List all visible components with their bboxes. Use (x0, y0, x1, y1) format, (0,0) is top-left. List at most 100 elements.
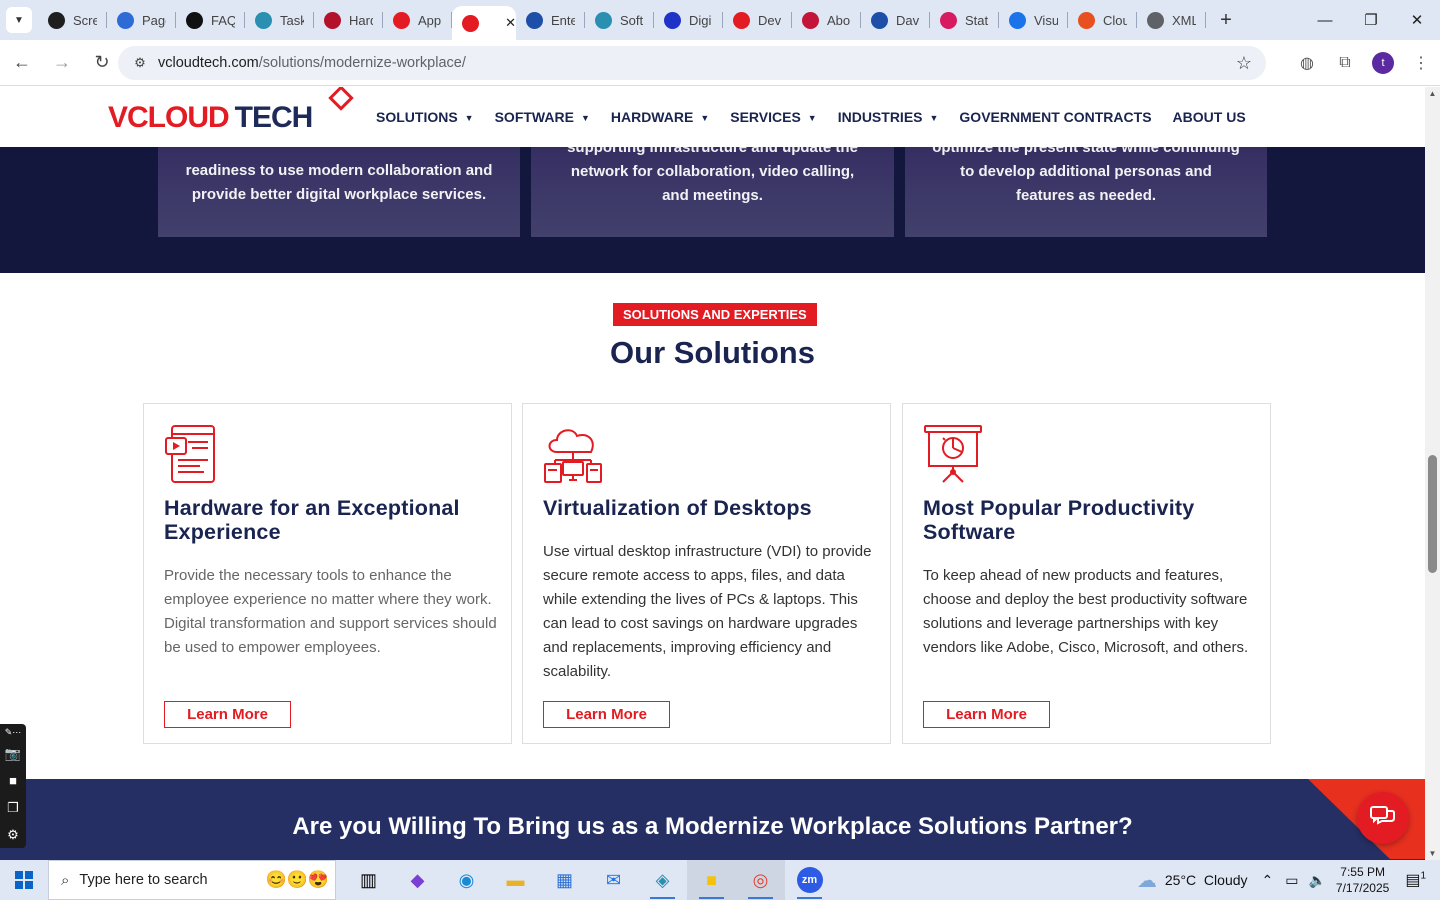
stat-icon (940, 11, 957, 29)
browser-tab[interactable]: Dav (861, 0, 930, 40)
browser-tab[interactable]: Hard (314, 0, 383, 40)
chevron-down-icon: ▼ (929, 113, 939, 123)
mail-icon[interactable]: ✉ (589, 860, 638, 900)
reload-button[interactable]: ↻ (84, 45, 120, 81)
network-icon[interactable]: ▭ (1285, 872, 1298, 889)
tab-title: FAQ (211, 12, 235, 28)
nav-item-services[interactable]: SERVICES ▼ (730, 109, 816, 125)
browser-tab[interactable]: App (383, 0, 452, 40)
chevron-down-icon: ▼ (464, 113, 474, 123)
close-tab-icon[interactable]: ✕ (505, 15, 516, 31)
tab-title: Digi (689, 12, 712, 28)
task-icon (255, 11, 272, 29)
scroll-up-arrow[interactable]: ▲ (1425, 89, 1440, 98)
browser-tab[interactable]: Dev (723, 0, 792, 40)
chat-button[interactable] (1357, 792, 1409, 844)
browser-menu-icon[interactable]: ⋮ (1402, 44, 1440, 82)
learn-more-button[interactable]: Learn More (543, 701, 670, 728)
enterprise-icon (526, 11, 543, 29)
volume-icon[interactable]: 🔈 (1308, 872, 1325, 889)
card-title: Hardware for an Exceptional Experience (164, 496, 460, 544)
extensions-icon[interactable]: ⧉ (1326, 44, 1364, 82)
clock[interactable]: 7:55 PM 7/17/2025 (1336, 864, 1389, 896)
logo-text-vcloud: VCLOUD (108, 101, 230, 134)
browser-tab[interactable]: XML (1137, 0, 1206, 40)
back-button[interactable]: ← (4, 45, 40, 81)
notification-icon[interactable]: ▤1 (1405, 870, 1426, 890)
tab-title: Scre (73, 12, 97, 28)
nav-item-about-us[interactable]: ABOUT US (1173, 109, 1246, 125)
page-icon (117, 11, 134, 29)
window-icon[interactable]: ❐ (0, 794, 26, 821)
browser-tab[interactable]: Ente (516, 0, 585, 40)
video-icon[interactable]: ■ (0, 767, 26, 794)
browser-tab[interactable]: Scre (38, 0, 107, 40)
capture-menu-icon[interactable]: ✎⋯ (0, 724, 26, 740)
browser-tab[interactable]: ✕ (452, 6, 516, 40)
dev-icon (733, 11, 750, 29)
browser-tab[interactable]: Task (245, 0, 314, 40)
window-controls: — ❐ ✕ (1302, 0, 1440, 40)
file-explorer-icon[interactable]: ▬ (491, 860, 540, 900)
edge-icon[interactable]: ◉ (442, 860, 491, 900)
browser-tab[interactable]: Clou (1068, 0, 1137, 40)
chrome-icon[interactable]: ◎ (736, 860, 785, 900)
nav-item-government-contracts[interactable]: GOVERNMENT CONTRACTS (959, 109, 1151, 125)
copilot-icon[interactable]: ◆ (393, 860, 442, 900)
screen-icon (48, 11, 65, 29)
chevron-up-icon[interactable]: ⌃ (1262, 872, 1274, 889)
bookmark-star-icon[interactable]: ☆ (1236, 53, 1252, 74)
browser-tab[interactable]: Abo (792, 0, 861, 40)
address-bar[interactable]: ⚙ vcloudtech.com/solutions/modernize-wor… (118, 46, 1266, 80)
zoom-icon[interactable]: zm (785, 860, 834, 900)
nav-item-hardware[interactable]: HARDWARE ▼ (611, 109, 709, 125)
learn-more-button[interactable]: Learn More (923, 701, 1050, 728)
section-eyebrow: SOLUTIONS AND EXPERTIES (613, 303, 817, 326)
minimize-button[interactable]: — (1302, 0, 1348, 40)
weather-text: 25°C Cloudy (1164, 872, 1248, 888)
tab-title: Soft (620, 12, 644, 28)
browser-tab[interactable]: Stat (930, 0, 999, 40)
taskbar-search[interactable]: ⌕ Type here to search 😊🙂😍 (48, 860, 336, 900)
scrollbar-thumb[interactable] (1428, 455, 1437, 573)
sticky-notes-icon[interactable]: ■ (687, 860, 736, 900)
nav-item-label: INDUSTRIES (837, 109, 923, 125)
learn-more-button[interactable]: Learn More (164, 701, 291, 728)
store-icon[interactable]: ▦ (540, 860, 589, 900)
browser-tab[interactable]: Visu (999, 0, 1068, 40)
site-info-icon[interactable]: ⚙ (128, 55, 152, 71)
close-window-button[interactable]: ✕ (1394, 0, 1440, 40)
restore-button[interactable]: ❐ (1348, 0, 1394, 40)
forward-button[interactable]: → (44, 45, 80, 81)
url-text: vcloudtech.com/solutions/modernize-workp… (158, 55, 466, 71)
card-body: Provide the necessary tools to enhance t… (164, 567, 497, 656)
profile-button[interactable]: t (1364, 44, 1402, 82)
nav-item-solutions[interactable]: SOLUTIONS ▼ (376, 109, 474, 125)
taskbar-apps: ▥ ◆ ◉ ▬ ▦ ✉ ◈ ■ ◎ zm (344, 860, 834, 900)
translate-icon[interactable]: ◍ (1288, 44, 1326, 82)
tab-search-button[interactable]: ▼ (6, 7, 32, 33)
browser-tab[interactable]: Soft (585, 0, 654, 40)
camera-icon[interactable]: 📷 (0, 740, 26, 767)
browser-tab[interactable]: Page (107, 0, 176, 40)
weather-widget[interactable]: ☁ 25°C Cloudy (1137, 868, 1248, 893)
windows-taskbar: ⌕ Type here to search 😊🙂😍 ▥ ◆ ◉ ▬ ▦ ✉ ◈ … (0, 860, 1440, 900)
new-tab-button[interactable]: + (1212, 6, 1240, 34)
card-body: Use virtual desktop infrastructure (VDI)… (543, 543, 872, 680)
page-scrollbar[interactable]: ▲ ▼ (1425, 87, 1440, 860)
dev-app-icon[interactable]: ◈ (638, 860, 687, 900)
browser-tab[interactable]: Digi (654, 0, 723, 40)
notification-count: 1 (1420, 870, 1426, 882)
site-logo[interactable]: VCLOUD TECH (108, 87, 354, 135)
browser-tab[interactable]: FAQ (176, 0, 245, 40)
nav-item-industries[interactable]: INDUSTRIES ▼ (838, 109, 939, 125)
task-view-icon[interactable]: ▥ (344, 860, 393, 900)
tab-title: Task (280, 12, 304, 28)
nav-item-software[interactable]: SOFTWARE ▼ (495, 109, 590, 125)
start-button[interactable] (0, 860, 48, 900)
card-body: To keep ahead of new products and featur… (923, 567, 1249, 656)
card-title: Virtualization of Desktops (543, 496, 812, 520)
gear-icon[interactable]: ⚙ (0, 821, 26, 848)
scroll-down-arrow[interactable]: ▼ (1425, 849, 1440, 858)
dav-icon (871, 11, 888, 29)
